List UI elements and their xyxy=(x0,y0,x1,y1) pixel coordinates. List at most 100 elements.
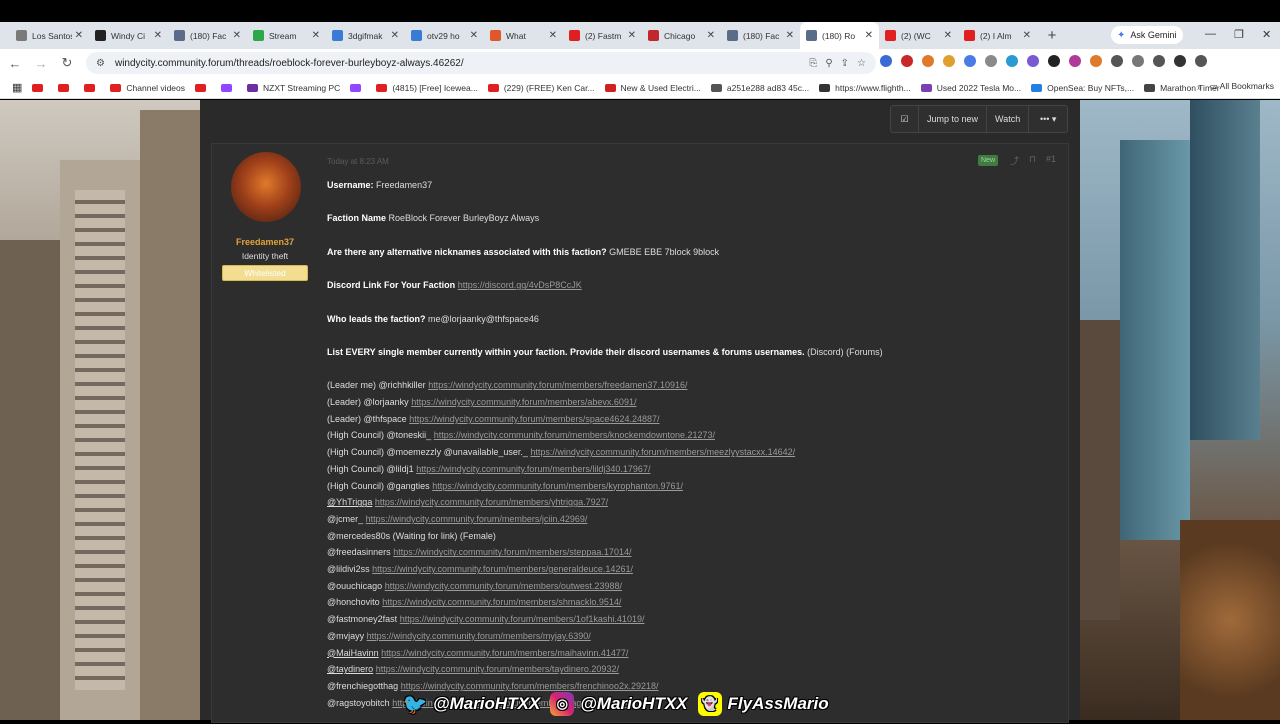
share-icon[interactable]: ⤴ xyxy=(1010,154,1019,167)
bookmark-item[interactable]: (4815) [Free] Icewea... xyxy=(376,83,478,93)
close-window-icon[interactable]: ✕ xyxy=(1262,28,1271,41)
tab-8[interactable]: Chicago ✕ xyxy=(642,22,721,49)
tab-1[interactable]: Windy Ci ✕ xyxy=(89,22,168,49)
tab-12[interactable]: (2) I Alm ✕ xyxy=(958,22,1037,49)
member-forum-link[interactable]: https://windycity.community.forum/member… xyxy=(385,581,622,591)
extension-icon[interactable] xyxy=(943,55,955,67)
member-forum-link[interactable]: https://windycity.community.forum/member… xyxy=(381,648,628,658)
member-forum-link[interactable]: https://windycity.community.forum/member… xyxy=(428,380,687,390)
share-icon[interactable]: ⇪ xyxy=(841,58,849,69)
tab-close-icon[interactable]: ✕ xyxy=(312,30,320,41)
bookmark-item[interactable] xyxy=(58,83,74,93)
extension-icon[interactable] xyxy=(1069,55,1081,67)
bookmark-item[interactable]: OpenSea: Buy NFTs,... xyxy=(1031,83,1134,93)
post-timestamp[interactable]: Today at 8:23 AM xyxy=(327,157,389,166)
member-forum-link[interactable]: https://windycity.community.forum/member… xyxy=(375,497,608,507)
member-discord[interactable]: @YhTrigga xyxy=(327,497,372,507)
member-forum-link[interactable]: https://windycity.community.forum/member… xyxy=(367,631,591,641)
more-options-button[interactable]: ••• ▾ xyxy=(1029,106,1067,132)
tab-9[interactable]: (180) Fac ✕ xyxy=(721,22,800,49)
bookmark-item[interactable] xyxy=(195,83,211,93)
bookmark-icon[interactable]: ⊓ xyxy=(1029,154,1036,167)
member-forum-link[interactable]: https://windycity.community.forum/member… xyxy=(400,614,645,624)
author-username[interactable]: Freedamen37 xyxy=(212,237,318,247)
zoom-icon[interactable]: ⚲ xyxy=(825,58,832,69)
member-forum-link[interactable]: https://windycity.community.forum/member… xyxy=(372,564,633,574)
bookmark-item[interactable] xyxy=(221,83,237,93)
tab-close-icon[interactable]: ✕ xyxy=(707,30,715,41)
tab-10[interactable]: (180) Ro ✕ xyxy=(800,22,879,49)
member-forum-link[interactable]: https://windycity.community.forum/member… xyxy=(530,447,795,457)
apps-grid-icon[interactable]: ▦ xyxy=(12,81,22,94)
extension-icon[interactable] xyxy=(985,55,997,67)
avatar[interactable] xyxy=(231,152,301,222)
bookmark-item[interactable]: (229) (FREE) Ken Car... xyxy=(487,83,595,93)
tab-close-icon[interactable]: ✕ xyxy=(628,30,636,41)
extensions-puzzle-icon[interactable] xyxy=(1111,55,1123,67)
extension-icon[interactable] xyxy=(880,55,892,67)
bookmark-item[interactable]: Channel videos xyxy=(110,83,185,93)
url-bar[interactable]: ⚙ windycity.community.forum/threads/roeb… xyxy=(86,52,876,74)
profile-avatar[interactable] xyxy=(1174,55,1186,67)
checkbox-icon[interactable]: ☑ xyxy=(891,106,919,132)
tab-close-icon[interactable]: ✕ xyxy=(1023,30,1031,41)
site-info-icon[interactable]: ⚙ xyxy=(96,58,105,69)
member-discord[interactable]: @MaiHavinn xyxy=(327,648,379,658)
tab-close-icon[interactable]: ✕ xyxy=(233,30,241,41)
watch-button[interactable]: Watch xyxy=(987,106,1030,132)
tab-7[interactable]: (2) Fastm ✕ xyxy=(563,22,642,49)
new-tab-button[interactable]: + xyxy=(1043,27,1061,44)
back-icon[interactable]: ← xyxy=(4,56,26,71)
bookmark-star-icon[interactable]: ☆ xyxy=(857,58,866,69)
member-forum-link[interactable]: https://windycity.community.forum/member… xyxy=(432,481,683,491)
side-panel-icon[interactable] xyxy=(1132,55,1144,67)
member-forum-link[interactable]: https://windycity.community.forum/member… xyxy=(393,547,631,557)
maximize-icon[interactable]: ❐ xyxy=(1234,28,1244,41)
tab-4[interactable]: 3dgifmak ✕ xyxy=(326,22,405,49)
tab-2[interactable]: (180) Fac ✕ xyxy=(168,22,247,49)
minimize-icon[interactable]: — xyxy=(1205,28,1216,40)
media-icon[interactable] xyxy=(1153,55,1165,67)
field-link[interactable]: https://discord.gg/4vDsP8CcJK xyxy=(458,280,582,290)
tab-11[interactable]: (2) (WC ✕ xyxy=(879,22,958,49)
bookmark-item[interactable]: a251e288 ad83 45c... xyxy=(710,83,809,93)
bookmark-item[interactable] xyxy=(84,83,100,93)
tab-close-icon[interactable]: ✕ xyxy=(470,30,478,41)
extension-icon[interactable] xyxy=(1090,55,1102,67)
tab-close-icon[interactable]: ✕ xyxy=(786,30,794,41)
tab-close-icon[interactable]: ✕ xyxy=(944,30,952,41)
member-discord[interactable]: @taydinero xyxy=(327,664,373,674)
extension-icon[interactable] xyxy=(901,55,913,67)
bookmark-item[interactable] xyxy=(350,83,366,93)
member-forum-link[interactable]: https://windycity.community.forum/member… xyxy=(366,514,588,524)
more-bookmarks-icon[interactable]: » xyxy=(1197,82,1202,92)
extension-icon[interactable] xyxy=(1027,55,1039,67)
tab-close-icon[interactable]: ✕ xyxy=(391,30,399,41)
tab-6[interactable]: What ✕ xyxy=(484,22,563,49)
reload-icon[interactable]: ↻ xyxy=(56,55,78,71)
member-forum-link[interactable]: https://windycity.community.forum/member… xyxy=(411,397,636,407)
extension-icon[interactable] xyxy=(1006,55,1018,67)
tab-5[interactable]: otv29 ho ✕ xyxy=(405,22,484,49)
bookmark-item[interactable] xyxy=(32,83,48,93)
tab-close-icon[interactable]: ✕ xyxy=(154,30,162,41)
extension-icon[interactable] xyxy=(964,55,976,67)
tab-close-icon[interactable]: ✕ xyxy=(549,30,557,41)
post-number[interactable]: #1 xyxy=(1046,154,1056,167)
install-icon[interactable]: ⎘ xyxy=(809,58,817,69)
tab-close-icon[interactable]: ✕ xyxy=(865,30,873,41)
bookmark-item[interactable]: Used 2022 Tesla Mo... xyxy=(920,83,1021,93)
bookmark-item[interactable]: https://www.flighth... xyxy=(819,83,911,93)
metamask-icon[interactable] xyxy=(922,55,934,67)
all-bookmarks-button[interactable]: ▭ All Bookmarks xyxy=(1210,81,1274,92)
member-forum-link[interactable]: https://windycity.community.forum/member… xyxy=(382,597,621,607)
member-forum-link[interactable]: https://windycity.community.forum/member… xyxy=(409,414,659,424)
tab-0[interactable]: Los Santos ✕ xyxy=(10,22,89,49)
member-forum-link[interactable]: https://windycity.community.forum/member… xyxy=(434,430,715,440)
tab-3[interactable]: Stream ✕ xyxy=(247,22,326,49)
bookmark-item[interactable]: NZXT Streaming PC xyxy=(247,83,340,93)
bookmark-item[interactable]: New & Used Electri... xyxy=(604,83,701,93)
forward-icon[interactable]: → xyxy=(30,56,52,71)
menu-dots-icon[interactable] xyxy=(1195,55,1207,67)
ask-gemini-button[interactable]: ✦ Ask Gemini xyxy=(1111,26,1183,44)
